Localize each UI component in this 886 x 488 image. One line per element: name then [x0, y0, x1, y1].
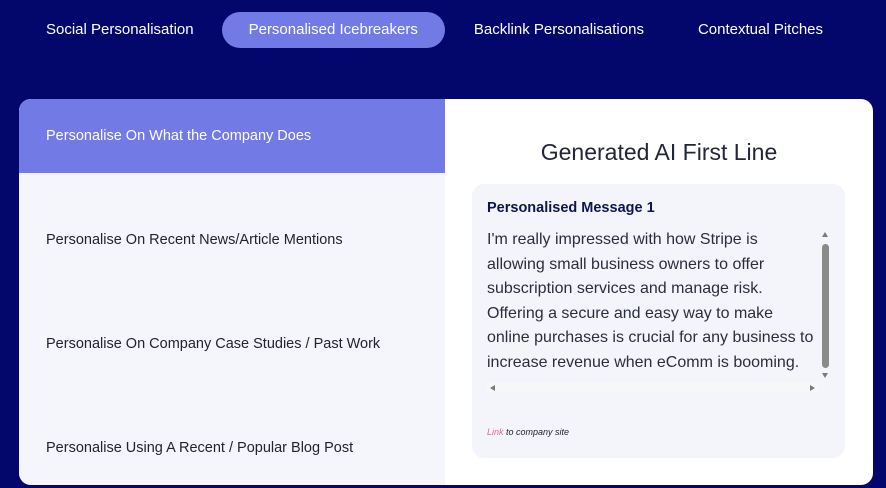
message-card: Personalised Message 1 I'm really impres…: [472, 184, 845, 458]
generated-output-area: Generated AI First Line Personalised Mes…: [445, 99, 873, 485]
vertical-scrollbar[interactable]: [819, 228, 831, 378]
scroll-down-arrow-icon[interactable]: [822, 373, 828, 378]
tab-social-personalisation[interactable]: Social Personalisation: [22, 12, 218, 48]
tab-backlink-personalisations[interactable]: Backlink Personalisations: [450, 12, 668, 48]
sidebar-item-news-mentions[interactable]: Personalise On Recent News/Article Menti…: [19, 203, 445, 277]
scroll-up-arrow-icon[interactable]: [822, 232, 828, 237]
page-title: Generated AI First Line: [540, 139, 778, 165]
scroll-thumb[interactable]: [822, 244, 829, 368]
tab-personalised-icebreakers[interactable]: Personalised Icebreakers: [221, 12, 445, 48]
company-site-note: Link to company site: [487, 427, 569, 437]
sidebar-item-company-does[interactable]: Personalise On What the Company Does: [19, 99, 445, 173]
sidebar-item-case-studies[interactable]: Personalise On Company Case Studies / Pa…: [19, 307, 445, 381]
horizontal-scrollbar[interactable]: [487, 382, 819, 392]
sidebar-item-blog-post[interactable]: Personalise Using A Recent / Popular Blo…: [19, 411, 445, 485]
personalisation-sidebar: Personalise On What the Company Does Per…: [19, 99, 445, 485]
message-text: I'm really impressed with how Stripe is …: [487, 231, 814, 371]
top-tab-bar: Social Personalisation Personalised Iceb…: [22, 12, 864, 48]
message-textarea[interactable]: I'm really impressed with how Stripe is …: [487, 228, 831, 392]
content-panel: Personalise On What the Company Does Per…: [19, 99, 873, 485]
scroll-right-arrow-icon[interactable]: [810, 385, 815, 391]
scroll-left-arrow-icon[interactable]: [490, 385, 495, 391]
company-site-note-text: to company site: [503, 427, 570, 437]
message-card-title: Personalised Message 1: [487, 200, 655, 216]
tab-contextual-pitches[interactable]: Contextual Pitches: [674, 12, 847, 48]
company-site-link[interactable]: Link: [487, 427, 504, 437]
